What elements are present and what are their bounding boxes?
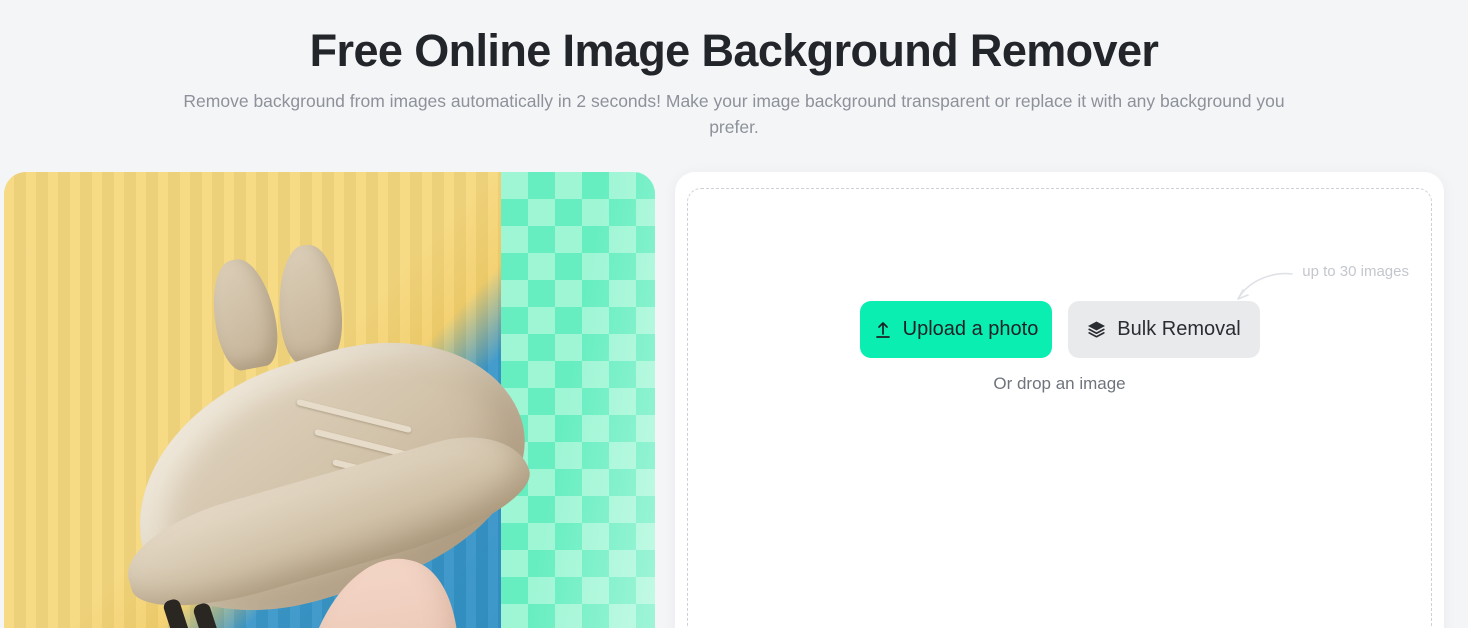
bulk-hint-label: up to 30 images	[1302, 263, 1409, 280]
drop-hint-label: Or drop an image	[993, 374, 1126, 393]
layers-stack-icon	[1086, 319, 1107, 340]
dropzone[interactable]: up to 30 images Upload a photo Bulk Remo…	[687, 188, 1432, 628]
preview-transparent-checkerboard	[501, 172, 655, 628]
action-buttons: Upload a photo Bulk Removal	[688, 301, 1431, 358]
upload-photo-button[interactable]: Upload a photo	[859, 301, 1052, 358]
upload-card: up to 30 images Upload a photo Bulk Remo…	[675, 172, 1444, 628]
bulk-removal-button[interactable]: Bulk Removal	[1067, 301, 1260, 358]
preview-panel	[4, 172, 655, 628]
page-subtitle: Remove background from images automatica…	[183, 91, 1285, 137]
upload-arrow-icon	[873, 320, 893, 340]
page-header: Free Online Image Background Remover Rem…	[0, 0, 1468, 140]
preview-original-image	[4, 172, 501, 628]
page-title: Free Online Image Background Remover	[309, 25, 1159, 76]
upload-photo-button-label: Upload a photo	[902, 318, 1039, 340]
main-content: up to 30 images Upload a photo Bulk Remo…	[0, 170, 1468, 628]
bulk-removal-button-label: Bulk Removal	[1117, 318, 1241, 340]
